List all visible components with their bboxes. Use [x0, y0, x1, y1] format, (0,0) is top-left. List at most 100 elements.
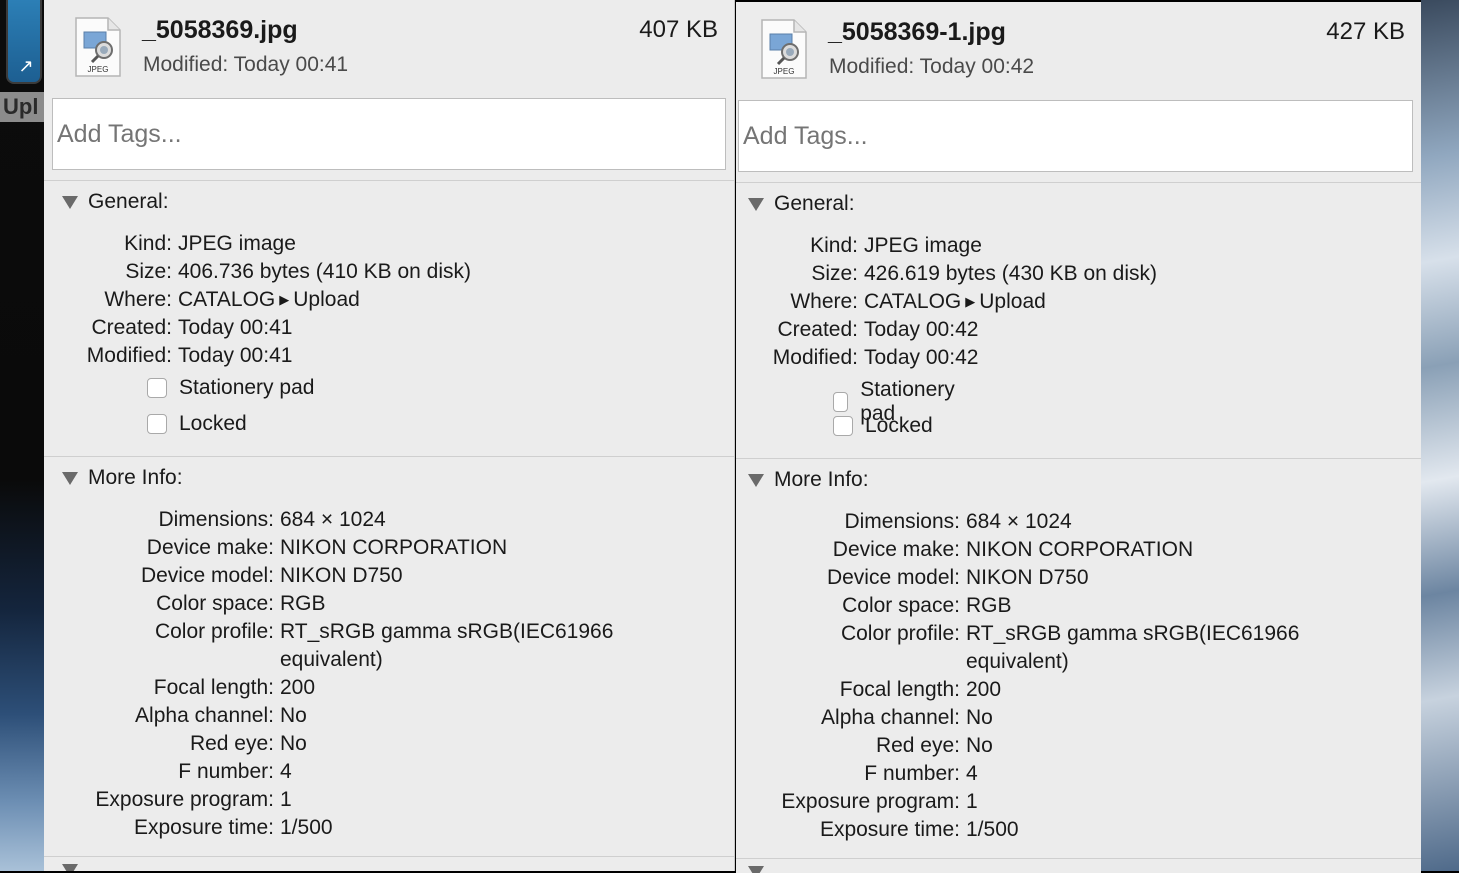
- device-model-row: Device model: NIKON D750: [44, 564, 403, 588]
- stationery-pad-checkbox[interactable]: Stationery pad: [147, 376, 314, 400]
- device-model-label: Device model:: [826, 566, 960, 589]
- exposure-program-value: 1: [280, 788, 292, 811]
- modified-row: Modified: Today 00:41: [44, 344, 293, 368]
- path-folder-upload[interactable]: Upload: [293, 288, 360, 311]
- more-info-title: More Info:: [774, 468, 869, 491]
- modified-row: Modified: Today 00:42: [736, 346, 979, 370]
- path-folder-catalog[interactable]: CATALOG: [864, 290, 961, 313]
- f-number-label: F number:: [864, 762, 960, 785]
- device-model-value: NIKON D750: [966, 566, 1089, 589]
- color-profile-value: RT_sRGB gamma sRGB(IEC61966: [966, 622, 1300, 645]
- divider: [44, 856, 734, 857]
- kind-label: Kind:: [124, 232, 172, 255]
- disclosure-triangle-icon[interactable]: [62, 195, 78, 209]
- dimensions-row: Dimensions: 684 × 1024: [736, 510, 1072, 534]
- size-value: 406.736 bytes (410 KB on disk): [178, 260, 472, 283]
- size-label: Size:: [125, 260, 172, 283]
- disclosure-triangle-icon[interactable]: [748, 866, 764, 873]
- next-section-toggle[interactable]: [748, 866, 774, 873]
- focal-length-label: Focal length:: [839, 678, 960, 701]
- divider: [736, 182, 1421, 183]
- file-name[interactable]: _5058369-1.jpg: [828, 18, 1006, 47]
- color-profile-value-continued: equivalent): [966, 650, 1069, 673]
- general-section-toggle[interactable]: General:: [748, 192, 855, 216]
- size-value: 426.619 bytes (430 KB on disk): [864, 262, 1158, 285]
- exposure-program-row: Exposure program: 1: [736, 790, 977, 814]
- f-number-row: F number: 4: [736, 762, 978, 786]
- checkbox-box[interactable]: [147, 414, 167, 434]
- modified-label: Modified:: [86, 344, 172, 367]
- alpha-channel-label: Alpha channel:: [821, 706, 960, 729]
- divider: [736, 458, 1421, 459]
- exposure-program-label: Exposure program:: [781, 790, 960, 813]
- info-header: JPEG _5058369-1.jpg 427 KB Modified: Tod…: [736, 2, 1421, 98]
- disclosure-triangle-icon[interactable]: [748, 473, 764, 487]
- desktop-item-label[interactable]: Upl: [0, 92, 44, 122]
- where-label: Where:: [104, 288, 172, 311]
- more-info-section-toggle[interactable]: More Info:: [62, 466, 183, 490]
- color-space-row: Color space: RGB: [736, 594, 1011, 618]
- where-value: CATALOG ▶ Upload: [178, 288, 360, 312]
- tags-input[interactable]: [52, 98, 726, 170]
- color-profile-label: Color profile:: [840, 622, 960, 645]
- color-profile-value: RT_sRGB gamma sRGB(IEC61966: [280, 620, 614, 643]
- disclosure-triangle-icon[interactable]: [748, 197, 764, 211]
- locked-checkbox[interactable]: Locked: [147, 412, 247, 436]
- locked-label: Locked: [179, 412, 247, 435]
- kind-row: Kind: JPEG image: [736, 234, 982, 258]
- where-value: CATALOG ▶ Upload: [864, 290, 1046, 314]
- general-title: General:: [774, 192, 855, 215]
- created-row: Created: Today 00:42: [736, 318, 978, 342]
- where-label: Where:: [790, 290, 858, 313]
- dimensions-value: 684 × 1024: [966, 510, 1072, 533]
- upload-folder-icon[interactable]: ↗: [6, 0, 42, 84]
- color-profile-label: Color profile:: [154, 620, 274, 643]
- more-info-section-toggle[interactable]: More Info:: [748, 468, 869, 492]
- checkbox-box[interactable]: [833, 416, 853, 436]
- device-make-row: Device make: NIKON CORPORATION: [736, 538, 1193, 562]
- exposure-program-label: Exposure program:: [95, 788, 274, 811]
- device-make-value: NIKON CORPORATION: [280, 536, 508, 559]
- general-title: General:: [88, 190, 169, 213]
- checkbox-box[interactable]: [147, 378, 167, 398]
- modified-summary: Modified: Today 00:41: [143, 53, 349, 76]
- general-section-toggle[interactable]: General:: [62, 190, 169, 214]
- disclosure-triangle-icon[interactable]: [62, 864, 78, 871]
- checkbox-box[interactable]: [833, 392, 849, 412]
- file-name[interactable]: _5058369.jpg: [142, 16, 298, 45]
- modified-value: Today 00:42: [864, 346, 979, 369]
- color-space-label: Color space:: [842, 594, 960, 617]
- color-profile-continued: equivalent): [44, 648, 383, 672]
- focal-length-row: Focal length: 200: [736, 678, 1001, 702]
- info-panel-2: JPEG _5058369-1.jpg 427 KB Modified: Tod…: [736, 2, 1421, 873]
- info-header: JPEG _5058369.jpg 407 KB Modified: Today…: [44, 0, 734, 96]
- disclosure-triangle-icon[interactable]: [62, 471, 78, 485]
- exposure-time-row: Exposure time: 1/500: [736, 818, 1019, 842]
- color-profile-row: Color profile: RT_sRGB gamma sRGB(IEC6196…: [736, 622, 1299, 646]
- alpha-channel-label: Alpha channel:: [135, 704, 274, 727]
- divider: [44, 180, 734, 181]
- color-space-row: Color space: RGB: [44, 592, 325, 616]
- tags-input[interactable]: [738, 100, 1413, 172]
- path-folder-upload[interactable]: Upload: [979, 290, 1046, 313]
- f-number-value: 4: [966, 762, 978, 785]
- device-model-label: Device model:: [140, 564, 274, 587]
- dimensions-label: Dimensions:: [158, 508, 274, 531]
- red-eye-row: Red eye: No: [736, 734, 993, 758]
- red-eye-row: Red eye: No: [44, 732, 307, 756]
- alias-arrow-icon: ↗: [18, 56, 34, 76]
- dimensions-value: 684 × 1024: [280, 508, 386, 531]
- next-section-toggle[interactable]: [62, 864, 88, 871]
- modified-value: Today 00:41: [178, 344, 293, 367]
- size-row: Size: 406.736 bytes (410 KB on disk): [44, 260, 471, 284]
- focal-length-label: Focal length:: [153, 676, 274, 699]
- locked-label: Locked: [865, 414, 933, 437]
- locked-checkbox[interactable]: Locked: [833, 414, 933, 438]
- red-eye-label: Red eye:: [189, 732, 274, 755]
- color-profile-continued: equivalent): [736, 650, 1069, 674]
- exposure-time-label: Exposure time:: [133, 816, 274, 839]
- dimensions-row: Dimensions: 684 × 1024: [44, 508, 386, 532]
- red-eye-value: No: [966, 734, 993, 757]
- file-size: 427 KB: [1326, 18, 1405, 45]
- path-folder-catalog[interactable]: CATALOG: [178, 288, 275, 311]
